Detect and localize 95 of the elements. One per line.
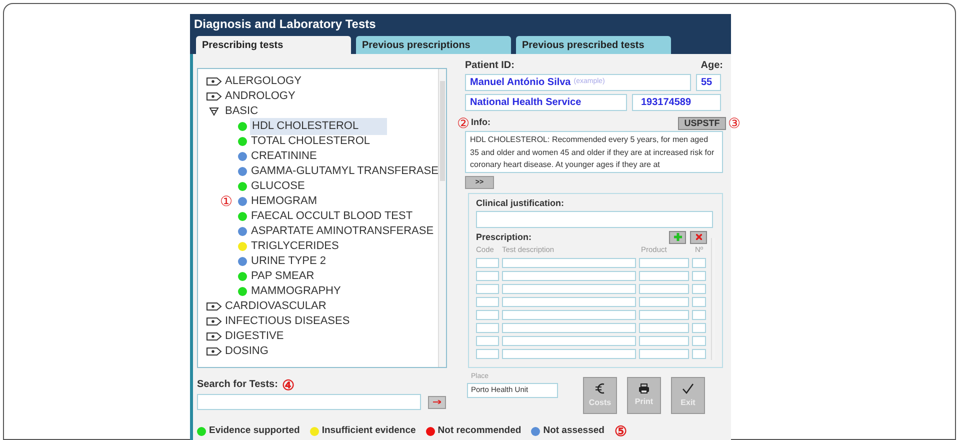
- test-item[interactable]: GAMMA-GLUTAMYL TRANSFERASE: [250, 163, 440, 180]
- description-field[interactable]: [502, 271, 636, 282]
- category-label[interactable]: BASIC: [225, 103, 258, 120]
- search-label: Search for Tests:: [197, 378, 278, 392]
- test-item[interactable]: TRIGLYCERIDES: [250, 238, 340, 255]
- checkmark-icon: [682, 382, 694, 394]
- test-item[interactable]: PAP SMEAR: [250, 268, 316, 285]
- product-field[interactable]: [639, 349, 689, 360]
- window-title: Diagnosis and Laboratory Tests: [190, 14, 731, 33]
- category-label[interactable]: ALERGOLOGY: [225, 73, 302, 90]
- tab[interactable]: Previous prescriptions: [356, 36, 511, 54]
- category-label[interactable]: CARDIOVASCULAR: [225, 298, 326, 315]
- quantity-field[interactable]: [692, 297, 706, 308]
- printer-icon: [638, 383, 650, 394]
- code-field[interactable]: [476, 310, 499, 320]
- category-label[interactable]: DIGESTIVE: [225, 328, 284, 345]
- arrow-icon: [433, 400, 441, 404]
- clinical-label: Clinical justification:: [476, 197, 566, 210]
- expand-icon[interactable]: [206, 317, 222, 326]
- quantity-field[interactable]: [692, 258, 706, 268]
- test-item[interactable]: URINE TYPE 2: [250, 253, 327, 270]
- delete-button[interactable]: [690, 230, 707, 244]
- code-field[interactable]: [476, 271, 499, 282]
- annotation-number: ③: [728, 116, 741, 130]
- test-item[interactable]: HDL CHOLESTEROL: [250, 118, 387, 135]
- uspstf-button[interactable]: USPSTF: [678, 116, 726, 130]
- product-field[interactable]: [639, 310, 689, 320]
- add-button[interactable]: [669, 230, 686, 244]
- test-item[interactable]: ASPARTATE AMINOTRANSFERASE: [250, 223, 435, 240]
- category-label[interactable]: ANDROLOGY: [225, 88, 296, 105]
- legend-label: Not recommended: [438, 424, 522, 438]
- patient-id-label: Patient ID:: [465, 59, 514, 73]
- test-item[interactable]: MAMMOGRAPHY: [250, 283, 342, 300]
- code-field[interactable]: [476, 297, 499, 308]
- patient-name: Manuel António Silva: [470, 76, 571, 90]
- info-text: HDL CHOLESTEROL: Recommended every 5 years, for men aged 35 and older and women 45 and older if they are at increased risk for coronary heart disease. At younger ages if they are at: [465, 131, 723, 173]
- quantity-field[interactable]: [692, 271, 706, 282]
- test-item[interactable]: HEMOGRAM: [250, 193, 318, 210]
- expand-icon[interactable]: [206, 302, 222, 311]
- description-field[interactable]: [502, 297, 636, 308]
- code-field[interactable]: [476, 284, 499, 294]
- age-field[interactable]: 55: [696, 74, 721, 91]
- annotation-number: ①: [220, 193, 233, 209]
- insurer-field[interactable]: National Health Service: [465, 94, 627, 111]
- test-item[interactable]: TOTAL CHOLESTEROL: [250, 133, 371, 150]
- scrollbar[interactable]: [438, 69, 446, 367]
- legend-label: Insufficient evidence: [322, 424, 416, 438]
- description-field[interactable]: [502, 284, 636, 294]
- quantity-field[interactable]: [692, 310, 706, 320]
- description-field[interactable]: [502, 336, 636, 346]
- number-field[interactable]: 193174589: [632, 94, 721, 111]
- annotation-number: ④: [282, 378, 295, 392]
- expand-icon[interactable]: [206, 347, 222, 356]
- quantity-field[interactable]: [692, 349, 706, 360]
- description-field[interactable]: [502, 258, 636, 268]
- prescription-label: Prescription:: [476, 230, 532, 244]
- code-field[interactable]: [476, 349, 499, 360]
- plus-icon: [674, 233, 682, 242]
- search-button[interactable]: [428, 396, 446, 408]
- quantity-field[interactable]: [692, 336, 706, 346]
- legend-label: Evidence supported: [209, 424, 300, 438]
- code-field[interactable]: [476, 336, 499, 346]
- tab[interactable]: Previous prescribed tests: [516, 36, 671, 54]
- product-field[interactable]: [639, 258, 689, 268]
- expand-icon[interactable]: [206, 332, 222, 341]
- product-field[interactable]: [639, 297, 689, 308]
- legend-label: Not assessed: [543, 424, 604, 438]
- description-field[interactable]: [502, 349, 636, 360]
- code-field[interactable]: [476, 258, 499, 268]
- euro-icon: [595, 382, 605, 395]
- test-item[interactable]: FAECAL OCCULT BLOOD TEST: [250, 208, 414, 225]
- test-item[interactable]: GLUCOSE: [250, 178, 306, 195]
- justification-field[interactable]: [476, 210, 713, 228]
- description-field[interactable]: [502, 310, 636, 320]
- quantity-field[interactable]: [692, 323, 706, 334]
- quantity-field[interactable]: [692, 284, 706, 294]
- search-field[interactable]: [197, 394, 421, 410]
- product-field[interactable]: [639, 284, 689, 294]
- product-field[interactable]: [639, 336, 689, 346]
- close-icon: [696, 234, 702, 240]
- info-label: Info:: [471, 116, 490, 130]
- product-field[interactable]: [639, 271, 689, 282]
- expand-icon[interactable]: [206, 77, 222, 86]
- category-label[interactable]: INFECTIOUS DISEASES: [225, 313, 350, 330]
- description-field[interactable]: [502, 323, 636, 334]
- annotation-number: ⑤: [614, 424, 628, 438]
- code-field[interactable]: [476, 323, 499, 334]
- tab[interactable]: Prescribing tests: [196, 36, 351, 54]
- expand-icon[interactable]: [206, 92, 222, 101]
- product-field[interactable]: [639, 323, 689, 334]
- annotation-number: ②: [457, 116, 470, 130]
- category-label[interactable]: DOSING: [225, 343, 268, 360]
- collapse-icon[interactable]: [209, 107, 219, 116]
- age-label: Age:: [700, 59, 723, 73]
- test-item[interactable]: CREATININE: [250, 148, 318, 165]
